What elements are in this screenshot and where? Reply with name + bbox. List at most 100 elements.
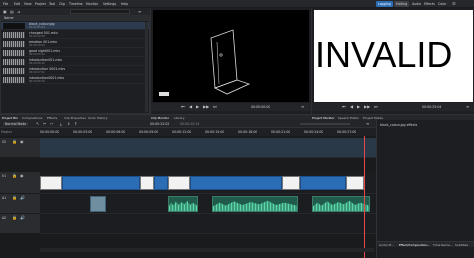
timeline-ruler[interactable]: Master 00:00:00:00 00:00:03:00 00:00:06:… (0, 128, 376, 136)
track-header-v1[interactable]: V1 🔒 ◉ (0, 172, 40, 194)
menu-monitor[interactable]: Monitor (86, 2, 98, 6)
timeline-clip[interactable] (282, 176, 300, 190)
monitor-menu-icon[interactable]: ≡ (466, 104, 469, 109)
lock-icon[interactable]: 🔒 (12, 139, 17, 144)
bin-item-duration: 00:00:07:02 (29, 71, 45, 74)
menu-view[interactable]: View (24, 2, 32, 6)
bin-search-input[interactable] (70, 9, 130, 14)
forward-icon[interactable]: ▶▶ (203, 104, 209, 109)
tab-time-remap[interactable]: Time Rema... (433, 243, 453, 247)
forward-icon[interactable]: ▶▶ (364, 104, 370, 109)
speaker-icon[interactable]: 🔊 (20, 215, 25, 220)
edit-mode-select[interactable]: Normal Mode (3, 122, 29, 126)
timeline-clip[interactable] (90, 196, 106, 212)
rewind-icon[interactable]: ◀ (189, 104, 192, 109)
tab-effect-composition[interactable]: Effect/Composition... (399, 243, 430, 247)
track-header-a2[interactable]: A2 🔒 🔊 (0, 214, 40, 234)
ruler-tick-label: 00:00:00:00 (40, 130, 60, 134)
eye-icon[interactable]: ◉ (20, 139, 24, 144)
timeline-clip[interactable] (40, 176, 62, 190)
filter-icon[interactable]: ⊿ (17, 9, 20, 14)
menu-settings[interactable]: Settings (103, 2, 116, 6)
timeline-clip[interactable] (190, 176, 282, 190)
project-monitor-timecode[interactable]: 00:00:25:04 (422, 105, 441, 109)
bin-menu-icon[interactable]: ≡ (138, 9, 141, 14)
rewind-icon[interactable]: ◀ (350, 104, 353, 109)
audio-clip[interactable] (212, 196, 298, 212)
workspace-editing[interactable]: Editing (394, 1, 410, 7)
workspace-logging[interactable]: Logging (376, 1, 393, 7)
audio-waveform-thumbnail (3, 41, 25, 47)
workspace-color[interactable]: Color (436, 1, 448, 7)
bin-item-duration: 00:00:12:08 (29, 35, 45, 38)
lock-icon[interactable]: 🔒 (12, 215, 17, 220)
clip-monitor-timecode[interactable]: 00:00:00:00 (251, 105, 270, 109)
bin-item-duration: 00:00:06:20 (29, 62, 45, 65)
project-bin: Name black_colour.jpg 00:00:05:00 change… (0, 15, 150, 114)
spacer-tool-icon[interactable]: ⇿ (50, 121, 53, 126)
track-lane-v2[interactable] (40, 138, 376, 158)
track-lane-v1[interactable] (40, 172, 376, 194)
track-header-v2[interactable]: V2 🔒 ◉ (0, 138, 40, 158)
overwrite-icon[interactable]: ⇓ (67, 121, 70, 126)
audio-clip[interactable] (168, 196, 198, 212)
timeline-clip[interactable] (62, 176, 140, 190)
play-icon[interactable]: ▶ (196, 104, 199, 109)
track-header-a1[interactable]: A1 🔒 🔊 (0, 194, 40, 214)
tab-subtitles[interactable]: Subtitles (455, 243, 468, 247)
bin-item[interactable]: emotion 001.mkv 00:00:10:04 (1, 40, 149, 48)
menu-help[interactable]: Help (121, 2, 128, 6)
lift-icon[interactable]: ⇑ (74, 121, 77, 126)
bin-scrollbar[interactable] (145, 22, 148, 112)
timeline-clip[interactable] (154, 176, 168, 190)
track-lane-a1[interactable] (40, 194, 376, 214)
lock-icon[interactable]: 🔒 (12, 195, 17, 200)
project-monitor-controls: ⏮ ◀ ▶ ▶▶ ⏭ 00:00:25:04 ≡ (312, 103, 474, 111)
bin-item[interactable]: introduction 0001.mkv 00:00:07:02 (1, 67, 149, 75)
timeline-menu-icon[interactable]: ≡ (366, 121, 369, 126)
workspace-effects[interactable]: Effects (422, 1, 437, 7)
timeline-position[interactable]: 00:00:22:02 (150, 122, 169, 126)
monitor-menu-icon[interactable]: ≡ (301, 104, 304, 109)
menu-edit[interactable]: Edit (14, 2, 20, 6)
menu-tool[interactable]: Tool (49, 2, 55, 6)
speaker-icon[interactable]: 🔊 (20, 195, 25, 200)
hamburger-menu-icon[interactable]: ☰ (452, 1, 456, 6)
insert-icon[interactable]: ⤓ (60, 121, 62, 126)
select-tool-icon[interactable]: ↖ (36, 121, 39, 126)
playhead[interactable] (364, 136, 365, 258)
bin-item[interactable]: changed 001.mkv 00:00:12:08 (1, 31, 149, 39)
menu-project[interactable]: Project (35, 2, 46, 6)
skip-forward-icon[interactable]: ⏭ (374, 104, 378, 109)
audio-clip[interactable] (312, 196, 370, 212)
add-clip-icon[interactable]: ▣ (3, 9, 7, 14)
ruler-tick-label: 00:00:06:00 (106, 130, 126, 134)
track-lane-a2[interactable] (40, 214, 376, 234)
timeline-scrollbar[interactable] (40, 248, 374, 252)
skip-forward-icon[interactable]: ⏭ (213, 104, 217, 109)
tab-audio-mixer[interactable]: Audio M... (379, 243, 394, 247)
ruler-tick-label: 00:00:27:00 (337, 130, 357, 134)
menu-file[interactable]: File (3, 2, 8, 6)
bin-item[interactable]: introduction0001.mkv 00:00:08:16 (1, 76, 149, 84)
lock-icon[interactable]: 🔒 (12, 173, 17, 178)
eye-icon[interactable]: ◉ (20, 173, 24, 178)
menu-clip[interactable]: Clip (59, 2, 65, 6)
zoom-slider[interactable] (300, 123, 350, 125)
bin-column-header: Name (1, 16, 149, 21)
bin-item[interactable]: introduction001.mkv 00:00:06:20 (1, 58, 149, 66)
play-icon[interactable]: ▶ (357, 104, 360, 109)
razor-tool-icon[interactable]: ✂ (43, 121, 46, 126)
timeline-clip[interactable] (346, 176, 364, 190)
track-name: V1 (2, 174, 7, 178)
timeline-clip[interactable] (300, 176, 346, 190)
folder-icon[interactable]: ▤ (10, 9, 14, 14)
bin-item[interactable]: good night001.mkv 00:00:09:12 (1, 49, 149, 57)
timeline-clip[interactable] (168, 176, 190, 190)
effect-stack-title: black_colour.jpg effects (380, 123, 418, 127)
timeline-clip[interactable] (140, 176, 154, 190)
skip-back-icon[interactable]: ⏮ (181, 104, 185, 109)
menu-timeline[interactable]: Timeline (69, 2, 83, 6)
skip-back-icon[interactable]: ⏮ (342, 104, 346, 109)
bin-item[interactable]: black_colour.jpg 00:00:05:00 (1, 22, 149, 30)
